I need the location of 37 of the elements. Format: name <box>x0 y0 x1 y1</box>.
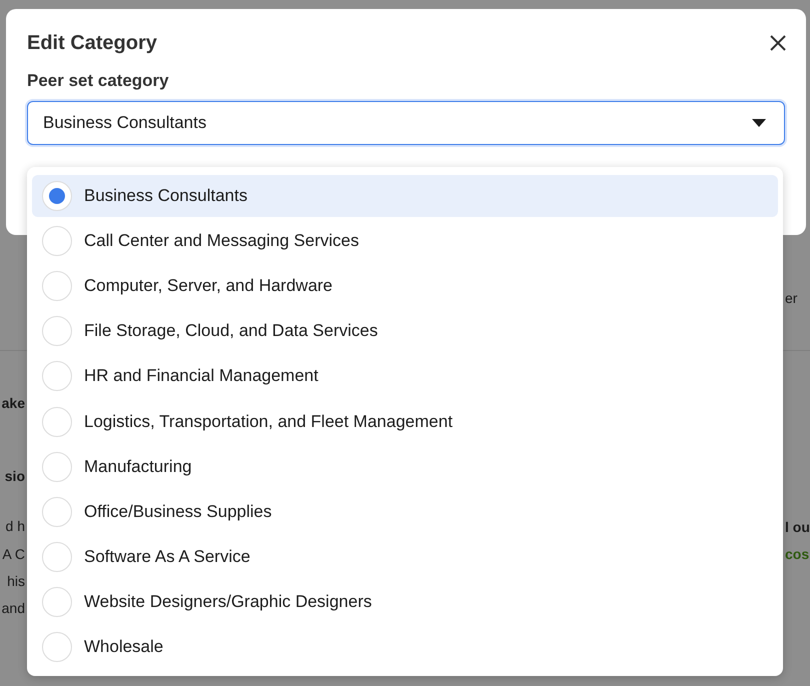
background-text: er <box>785 290 798 306</box>
field-label: Peer set category <box>27 71 170 91</box>
category-option[interactable]: Website Designers/Graphic Designers <box>32 581 778 623</box>
radio-button[interactable] <box>42 226 72 256</box>
radio-button[interactable] <box>42 496 72 527</box>
category-option[interactable]: Software As A Service <box>32 536 778 578</box>
background-text: sio <box>4 468 25 484</box>
radio-button[interactable] <box>42 542 72 572</box>
dialog-title: Edit Category <box>27 32 158 54</box>
background-text: cos <box>785 546 810 562</box>
radio-button[interactable] <box>42 632 72 662</box>
close-button[interactable] <box>769 34 787 52</box>
radio-button[interactable] <box>42 406 72 437</box>
radio-button[interactable] <box>42 587 72 618</box>
radio-button[interactable] <box>42 361 72 392</box>
caret-icon <box>752 119 766 127</box>
close-icon <box>769 34 787 52</box>
background-text: d h <box>6 518 25 534</box>
category-option[interactable]: Business Consultants <box>32 175 778 217</box>
radio-button[interactable] <box>42 180 72 211</box>
radio-button[interactable] <box>42 271 72 302</box>
category-option[interactable]: Logistics, Transportation, and Fleet Management <box>32 400 778 442</box>
background-text: ake <box>2 395 25 411</box>
background-text: l ou <box>785 519 810 535</box>
category-option[interactable]: Call Center and Messaging Services <box>32 220 778 262</box>
category-option[interactable]: Wholesale <box>32 626 778 668</box>
radio-button[interactable] <box>42 452 72 482</box>
category-option[interactable]: File Storage, Cloud, and Data Services <box>32 310 778 352</box>
category-option[interactable]: HR and Financial Management <box>32 356 778 398</box>
category-option[interactable]: Manufacturing <box>32 446 778 488</box>
background-text: his <box>7 573 25 589</box>
category-option[interactable]: Office/Business Supplies <box>32 490 778 533</box>
background-text: and <box>2 600 25 616</box>
radio-button[interactable] <box>42 316 72 346</box>
category-dropdown[interactable]: Business Consultants <box>27 101 785 145</box>
background-text: A C <box>2 546 25 562</box>
category-option[interactable]: Computer, Server, and Hardware <box>32 265 778 308</box>
